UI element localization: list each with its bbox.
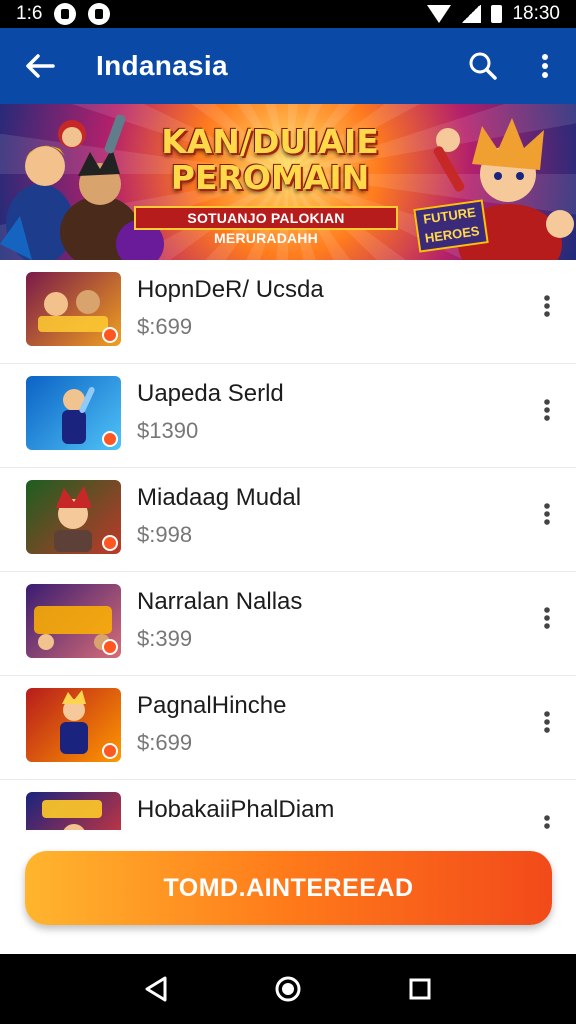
status-left: 1:6 — [16, 3, 111, 25]
search-button[interactable] — [452, 28, 514, 104]
nav-recents-button[interactable] — [395, 964, 445, 1014]
app-actions — [452, 28, 576, 104]
status-time: 1:6 — [16, 3, 43, 24]
fire-badge-icon — [102, 639, 118, 655]
more-vert-icon — [544, 607, 550, 629]
signal-icon — [461, 5, 482, 23]
triangle-back-icon — [145, 976, 167, 1002]
arrow-left-icon — [26, 54, 55, 78]
item-name: HopnDeR/ Ucsda — [137, 276, 324, 303]
app-bar: Indanasia — [0, 28, 576, 104]
list-item[interactable]: Uapeda Serld $1390 — [0, 364, 576, 468]
nav-back-button[interactable] — [131, 964, 181, 1014]
list-item[interactable]: PagnalHinche $:699 — [0, 676, 576, 780]
game-list: HopnDeR/ Ucsda $:699 Uapeda Serld $1390 — [0, 260, 576, 830]
item-name: HobakaiiPhalDiam — [137, 796, 335, 823]
item-thumbnail — [26, 376, 121, 450]
fire-badge-icon — [102, 431, 118, 447]
search-icon — [469, 52, 497, 80]
item-more-button[interactable] — [534, 706, 560, 738]
item-price: $:699 — [137, 730, 193, 755]
status-bar: 1:6 18:30 — [0, 0, 576, 28]
item-thumbnail — [26, 584, 121, 658]
list-item[interactable]: HopnDeR/ Ucsda $:699 — [0, 260, 576, 364]
cta-button[interactable]: TOMD.AINTEREEAD — [25, 851, 552, 925]
banner-title: KAN/DUIAIE PEROMAIN — [161, 122, 379, 197]
item-thumbnail — [26, 480, 121, 554]
item-name: Uapeda Serld — [137, 380, 284, 407]
promo-banner[interactable]: KAN/DUIAIE PEROMAIN SOTUANJO PALOKIAN ME… — [0, 104, 576, 260]
more-vert-icon — [544, 503, 550, 525]
item-more-button[interactable] — [534, 810, 560, 830]
nav-home-button[interactable] — [263, 964, 313, 1014]
list-item[interactable]: Miadaag Mudal $:998 — [0, 468, 576, 572]
item-more-button[interactable] — [534, 602, 560, 634]
circle-home-icon — [275, 976, 301, 1002]
fire-badge-icon — [102, 743, 118, 759]
item-price: $:998 — [137, 522, 193, 547]
status-right: 18:30 — [427, 3, 560, 25]
more-vert-icon — [544, 815, 550, 829]
fire-badge-icon — [102, 535, 118, 551]
page-title: Indanasia — [96, 50, 228, 81]
item-price: $:399 — [137, 626, 193, 651]
item-name: Miadaag Mudal — [137, 484, 302, 511]
status-clock: 18:30 — [512, 3, 560, 24]
item-price: $:699 — [137, 314, 193, 339]
item-thumbnail — [26, 272, 121, 346]
notification-icon — [54, 3, 77, 25]
fire-badge-icon — [102, 327, 118, 343]
more-vert-icon — [542, 54, 548, 78]
list-item[interactable]: HobakaiiPhalDiam — [0, 780, 576, 830]
item-thumbnail — [26, 792, 121, 830]
square-recents-icon — [409, 978, 431, 1000]
item-more-button[interactable] — [534, 498, 560, 530]
overflow-menu-button[interactable] — [514, 28, 576, 104]
system-nav-bar — [0, 954, 576, 1024]
item-thumbnail — [26, 688, 121, 762]
thumbnail-art — [42, 800, 102, 830]
list-item[interactable]: Narralan Nallas $:399 — [0, 572, 576, 676]
more-vert-icon — [544, 295, 550, 317]
item-more-button[interactable] — [534, 394, 560, 426]
battery-icon — [491, 5, 503, 23]
app-notification-icon — [88, 3, 111, 25]
item-more-button[interactable] — [534, 290, 560, 322]
banner-subtitle: SOTUANJO PALOKIAN MERURADAHH — [134, 206, 398, 246]
back-button[interactable] — [0, 28, 80, 104]
item-name: Narralan Nallas — [137, 588, 303, 615]
wifi-icon — [427, 5, 452, 23]
more-vert-icon — [544, 711, 550, 733]
item-price: $1390 — [137, 418, 199, 443]
more-vert-icon — [544, 399, 550, 421]
item-name: PagnalHinche — [137, 692, 287, 719]
screen: 1:6 18:30 Indanasia KAN/DUIAIE PEROMAIN … — [0, 0, 576, 1024]
cta-container: TOMD.AINTEREEAD — [0, 830, 576, 954]
